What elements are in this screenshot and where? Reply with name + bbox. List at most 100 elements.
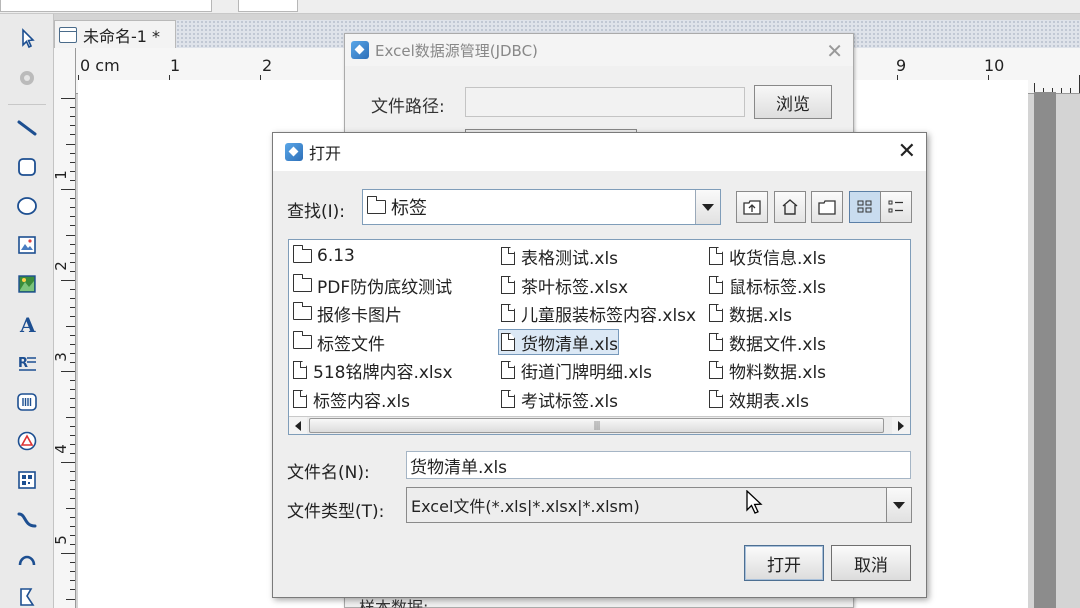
arc-tool-icon[interactable]	[11, 543, 43, 575]
file-icon	[709, 304, 723, 322]
file-list-item[interactable]: 518铭牌内容.xlsx	[291, 358, 453, 383]
scrollbar-thumb[interactable]: |||	[309, 418, 884, 433]
ruler-tick	[70, 443, 75, 445]
file-list-item[interactable]: PDF防伪底纹测试	[291, 273, 452, 298]
open-dialog-close-icon[interactable]: ✕	[898, 139, 916, 164]
file-list-item[interactable]: 街道门牌明细.xls	[499, 358, 652, 383]
select-arrow-icon[interactable]	[11, 22, 43, 54]
jdbc-dialog-title: Excel数据源管理(JDBC)	[375, 41, 538, 60]
image-tool-icon[interactable]	[11, 229, 43, 261]
document-tab[interactable]: 未命名-1 *	[54, 20, 176, 48]
ellipse-tool-icon[interactable]	[11, 190, 43, 222]
ruler-tick	[70, 571, 75, 573]
document-tab-icon	[59, 26, 77, 43]
file-list-item[interactable]: 效期表.xls	[707, 387, 809, 412]
file-list-item[interactable]: 儿童服装标签内容.xlsx	[499, 301, 696, 326]
file-path-input[interactable]	[465, 87, 745, 117]
vertical-ruler: 1 2 3 4 5	[51, 48, 76, 608]
file-list-item-label: 茶叶标签.xlsx	[521, 277, 629, 298]
file-name-input[interactable]: 货物清单.xls	[406, 451, 911, 479]
ruler-tick	[70, 489, 75, 491]
ruler-tick	[66, 143, 75, 145]
open-dialog-title: 打开	[309, 144, 342, 163]
scroll-left-icon[interactable]	[289, 417, 307, 434]
look-in-dropdown-arrow[interactable]	[695, 190, 720, 224]
jdbc-close-icon[interactable]: ✕	[826, 39, 843, 63]
file-list-item[interactable]: 物料数据.xls	[707, 358, 826, 383]
file-type-label: 文件类型(T):	[287, 502, 385, 522]
ruler-tick	[70, 534, 75, 536]
top-toolbar	[0, 0, 1080, 14]
ruler-tick	[70, 434, 75, 436]
ruler-tick	[70, 452, 75, 454]
polygon-tool-icon[interactable]	[11, 581, 43, 608]
ruler-tick	[61, 189, 75, 190]
ruler-tick	[70, 580, 75, 582]
ruler-h-label: 2	[262, 56, 273, 75]
ruler-tick	[70, 198, 75, 200]
file-list-item[interactable]: 茶叶标签.xlsx	[499, 273, 629, 298]
qrcode-tool-icon[interactable]	[11, 464, 43, 496]
text-tool-icon[interactable]: A	[11, 308, 43, 340]
shape-tool-icon[interactable]	[11, 425, 43, 457]
ruler-tick	[70, 589, 75, 591]
line-tool-icon[interactable]	[11, 112, 43, 144]
browse-button[interactable]: 浏览	[754, 85, 832, 119]
ruler-tick	[70, 389, 75, 391]
home-button[interactable]	[774, 191, 806, 223]
svg-text:R: R	[18, 356, 28, 371]
file-list-item[interactable]: 货物清单.xls	[497, 329, 620, 355]
look-in-combo[interactable]: 标签	[362, 189, 721, 225]
list-view-button[interactable]	[849, 191, 881, 223]
file-type-dropdown-arrow[interactable]	[886, 488, 911, 522]
file-list-item[interactable]: 6.13	[291, 244, 355, 268]
curve-tool-icon[interactable]	[11, 504, 43, 536]
file-list-item-label: 考试标签.xls	[521, 391, 619, 412]
mouse-cursor-icon	[746, 490, 763, 514]
file-list-item[interactable]: 标签文件	[291, 330, 385, 355]
look-in-value: 标签	[391, 198, 427, 219]
ruler-tick	[66, 234, 75, 236]
file-list-item[interactable]: 数据.xls	[707, 301, 792, 326]
ruler-v-label: 5	[51, 535, 70, 545]
document-tab-title: 未命名-1 *	[83, 26, 161, 46]
open-button[interactable]: 打开	[744, 545, 824, 581]
ruler-h-label: 10	[984, 56, 1005, 75]
ruler-tick	[70, 543, 75, 545]
ruler-tick	[1060, 88, 1062, 93]
toolbar-size-combo[interactable]	[238, 0, 298, 12]
barcode-tool-icon[interactable]	[11, 386, 43, 418]
file-list-item[interactable]: 表格测试.xls	[499, 244, 618, 269]
folder-icon	[292, 274, 312, 292]
app-logo-icon	[285, 143, 303, 161]
scroll-right-icon[interactable]	[892, 417, 910, 434]
file-type-combo[interactable]: Excel文件(*.xls|*.xlsx|*.xlsm)	[406, 487, 912, 523]
up-folder-button[interactable]	[736, 191, 768, 223]
cancel-button[interactable]: 取消	[831, 545, 911, 581]
toolbar-font-combo[interactable]	[0, 0, 212, 12]
rounded-rect-tool-icon[interactable]	[11, 151, 43, 183]
open-dialog-titlebar[interactable]: 打开	[273, 133, 926, 171]
ruler-h-label: 9	[896, 56, 907, 75]
file-list-item[interactable]: 数据文件.xls	[707, 330, 826, 355]
file-list-item[interactable]: 报修卡图片	[291, 301, 402, 326]
file-list-item-label: 报修卡图片	[317, 305, 402, 326]
svg-text:A: A	[19, 313, 36, 335]
picture-tool-icon[interactable]	[11, 268, 43, 300]
details-view-button[interactable]	[880, 191, 912, 223]
file-icon	[293, 361, 307, 379]
folder-icon	[366, 196, 386, 214]
file-list-item-label: 6.13	[317, 246, 355, 266]
ruler-tick	[70, 270, 75, 272]
new-folder-button[interactable]	[811, 191, 843, 223]
file-list-item[interactable]: 标签内容.xls	[291, 387, 410, 412]
file-list-item[interactable]: 收货信息.xls	[707, 244, 826, 269]
folder-icon	[292, 331, 312, 349]
file-list[interactable]: 效期表.xls 物料数据.xls 数据文件.xls 数据.xls 鼠标标签.xls 收货信…	[288, 239, 911, 435]
ruler-tick	[61, 98, 75, 99]
horizontal-scrollbar[interactable]: |||	[289, 416, 910, 434]
file-list-item[interactable]: 鼠标标签.xls	[707, 273, 826, 298]
file-list-item[interactable]: 考试标签.xls	[499, 387, 619, 412]
rich-text-tool-icon[interactable]: R	[11, 347, 43, 379]
jdbc-dialog-titlebar[interactable]: Excel数据源管理(JDBC)	[345, 34, 853, 66]
